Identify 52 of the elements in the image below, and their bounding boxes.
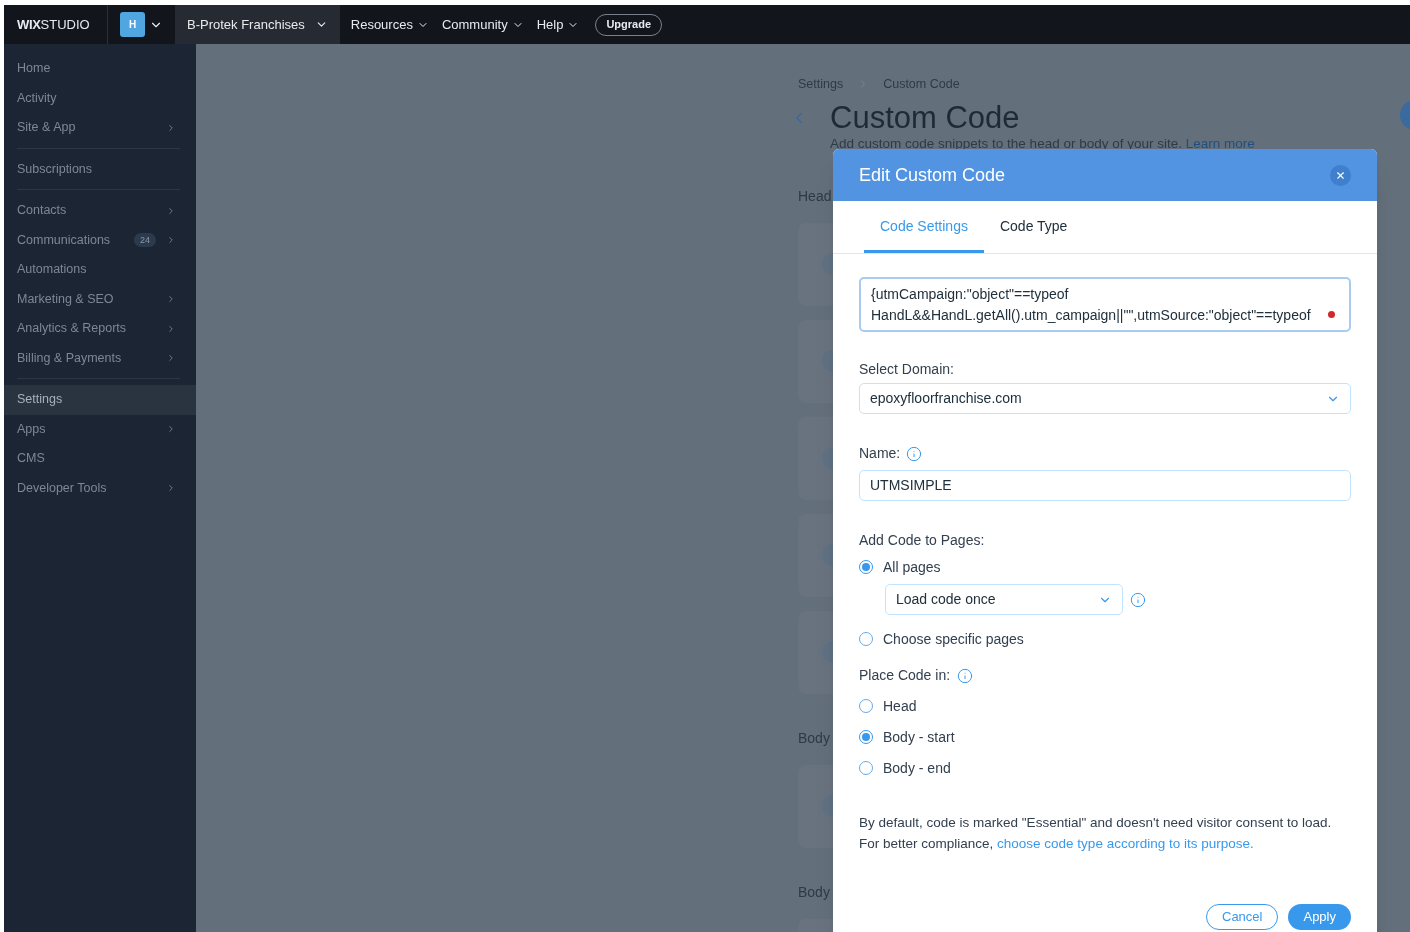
site-switcher[interactable]: B-Protek Franchises <box>175 5 340 44</box>
radio-option[interactable]: Body - end <box>859 757 1351 779</box>
close-button[interactable] <box>1330 164 1351 186</box>
field-label: Place Code in: <box>859 666 951 685</box>
sidebar-item[interactable]: Settings <box>4 385 196 415</box>
info-icon[interactable] <box>1130 591 1146 608</box>
field-label: Add Code to Pages: <box>859 531 986 550</box>
name-input[interactable]: UTMSIMPLE <box>859 470 1351 501</box>
radio-option[interactable]: Body - start <box>859 726 1351 748</box>
info-icon[interactable] <box>906 445 923 462</box>
sidebar-item[interactable]: Marketing & SEO <box>4 284 196 314</box>
sidebar-item[interactable]: Automations <box>4 255 196 285</box>
sidebar-item[interactable]: CMS <box>4 444 196 474</box>
field-label: Select Domain: <box>859 360 955 379</box>
nav-menu[interactable]: Community <box>441 14 524 35</box>
radio-option[interactable]: All pages <box>859 556 1351 578</box>
close-icon <box>1335 169 1346 181</box>
section-label: Body <box>798 882 830 902</box>
sidebar-item[interactable]: Contacts <box>4 196 196 226</box>
field-label: Name: <box>859 444 901 463</box>
load-mode-select[interactable]: Load code once <box>885 584 1123 615</box>
count-badge: 24 <box>134 233 156 248</box>
sidebar-item[interactable]: Home <box>4 54 196 84</box>
nav-menu[interactable]: Resources <box>350 14 429 35</box>
sidebar-item[interactable]: Apps <box>4 414 196 444</box>
dialog-tab[interactable]: Code Settings <box>864 200 984 253</box>
logo-wordmark[interactable]: WIX <box>17 14 41 35</box>
section-label: Body <box>798 728 830 748</box>
radio-option[interactable]: Choose specific pages <box>859 628 1351 650</box>
code-type-link[interactable]: choose code type according to its purpose. <box>997 836 1254 851</box>
page-title: Custom Code <box>830 99 1020 136</box>
dialog-tab[interactable]: Code Type <box>983 200 1084 253</box>
sidebar-item[interactable]: Activity <box>4 83 196 113</box>
sidebar-item[interactable]: Developer Tools <box>4 473 196 503</box>
nav-menu[interactable]: Help <box>536 14 580 35</box>
code-editor[interactable]: {utmCampaign:"object"==typeof HandL&&HandL.getAll().utm_campaign||"",utmSource:"object"==typeof <box>859 277 1351 332</box>
code-line: HandL&&HandL.getAll().utm_campaign||"",utmSource:"object"==typeof <box>871 305 1312 325</box>
sidebar-item[interactable]: Billing & Payments <box>4 343 196 373</box>
radio-option[interactable]: Head <box>859 695 1351 717</box>
dialog-title: Edit Custom Code <box>859 163 1007 187</box>
workspace-avatar[interactable]: H <box>120 12 145 37</box>
info-icon[interactable] <box>957 667 974 684</box>
domain-select[interactable]: epoxyfloorfranchise.com <box>859 383 1351 414</box>
logo-wordmark-suffix[interactable]: STUDIO <box>40 14 90 35</box>
sidebar-item[interactable]: Analytics & Reports <box>4 314 196 344</box>
sidebar-item[interactable]: Site & App <box>4 113 196 143</box>
code-line: {utmCampaign:"object"==typeof <box>871 284 1070 304</box>
sidebar-item[interactable]: Subscriptions <box>4 154 196 184</box>
apply-button[interactable]: Apply <box>1288 904 1351 930</box>
sidebar-item[interactable]: Communications 24 <box>4 225 196 255</box>
compliance-notice: By default, code is marked "Essential" and doesn't need visitor consent to load. For better compliance, choose code type according to its purpose. <box>859 814 1333 853</box>
breadcrumb-link[interactable]: Settings <box>798 75 844 94</box>
